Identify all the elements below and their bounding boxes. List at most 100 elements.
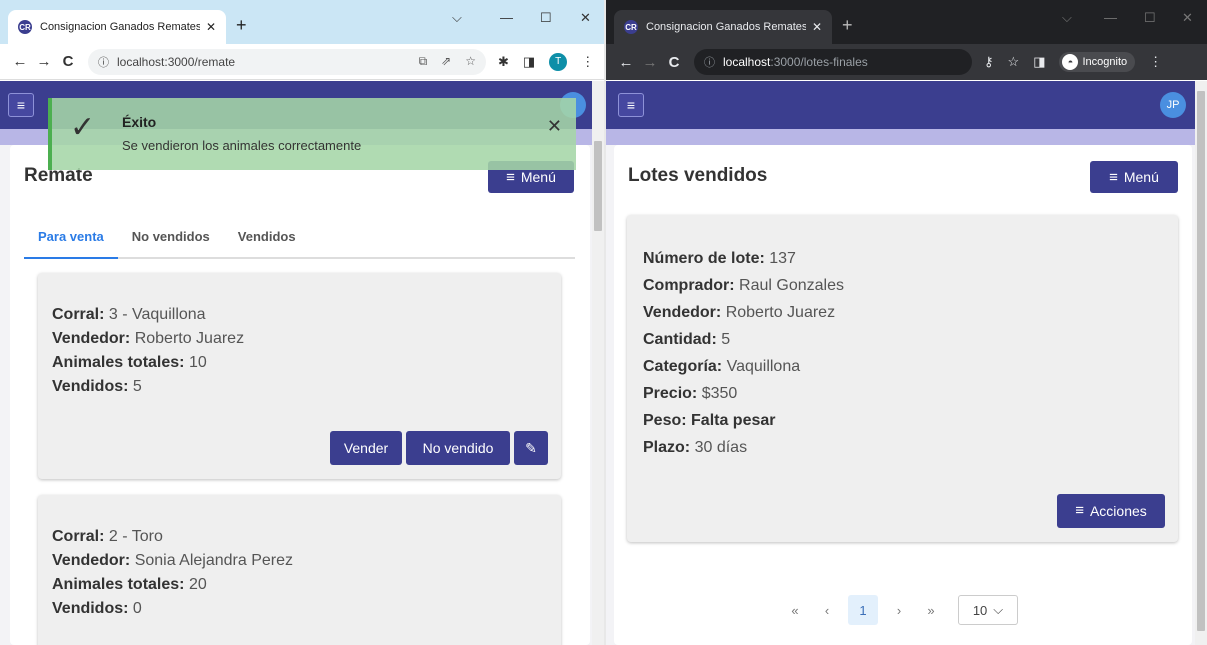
reload-icon[interactable]: C <box>56 53 80 70</box>
tab-close-icon[interactable]: ✕ <box>206 20 216 34</box>
tab-title: Consignacion Ganados Remates <box>646 21 806 33</box>
maximize-icon[interactable]: ☐ <box>1144 10 1156 26</box>
bookmark-star-icon[interactable]: ☆ <box>465 54 476 69</box>
lot-animales-totales: Animales totales: 10 <box>52 351 244 375</box>
incognito-badge[interactable]: ◓ Incognito <box>1059 52 1136 72</box>
minimize-icon[interactable]: — <box>500 10 513 25</box>
new-tab-icon[interactable]: + <box>842 16 853 34</box>
tab-search-chevron-icon[interactable]: ⌵ <box>1062 10 1072 26</box>
address-bar[interactable]: ⓘ localhost:3000/lotes-finales <box>694 49 972 75</box>
tab-vendidos[interactable]: Vendidos <box>224 221 310 259</box>
tab-search-chevron-icon[interactable]: ⌵ <box>452 10 462 26</box>
tab-strip: CR Consignacion Ganados Remates ✕ + ⌵ — … <box>606 0 1207 44</box>
not-sold-button[interactable]: No vendido <box>406 431 510 465</box>
back-icon[interactable]: ← <box>614 54 638 71</box>
lot-vendidos: Vendidos: 0 <box>52 597 293 621</box>
scrollbar-thumb[interactable] <box>1197 91 1205 631</box>
scrollbar-thumb[interactable] <box>594 141 602 231</box>
browser-tab[interactable]: CR Consignacion Ganados Remates ✕ <box>614 10 832 44</box>
field-label: Precio: <box>643 385 698 402</box>
field-value: 3 - Vaquillona <box>108 306 206 323</box>
more-menu-icon[interactable]: ⋮ <box>1149 54 1162 70</box>
list-item: Corral: 2 - Toro Vendedor: Sonia Alejand… <box>38 495 561 645</box>
field-value: Vaquillona <box>726 358 801 375</box>
side-panel-icon[interactable]: ◨ <box>1033 54 1045 70</box>
install-icon[interactable]: ⧉ <box>419 54 428 69</box>
forward-icon[interactable]: → <box>32 53 56 70</box>
extensions-puzzle-icon[interactable]: ✱ <box>498 54 509 70</box>
tab-title: Consignacion Ganados Remates <box>40 21 200 33</box>
lot-vendedor: Vendedor: Roberto Juarez <box>52 327 244 351</box>
hamburger-icon: ≡ <box>16 97 26 113</box>
toast-title: Éxito <box>122 114 157 130</box>
lot-numero: Número de lote: 137 <box>643 245 844 272</box>
hamburger-icon: ≡ <box>506 168 515 186</box>
field-label: Vendedor: <box>643 304 722 321</box>
sale-tabs: Para venta No vendidos Vendidos <box>24 221 575 259</box>
field-value: Roberto Juarez <box>134 330 245 347</box>
last-page-button[interactable]: » <box>920 603 942 618</box>
lot-peso: Peso: Falta pesar <box>643 407 844 434</box>
minimize-icon[interactable]: — <box>1104 10 1117 25</box>
lot-actions: Vender No vendido ✎ <box>330 431 548 465</box>
field-value: 30 días <box>694 439 748 456</box>
new-tab-icon[interactable]: + <box>236 16 247 34</box>
menu-button[interactable]: ≡ Menú <box>1090 161 1178 193</box>
window-close-icon[interactable]: ✕ <box>580 10 591 26</box>
current-page[interactable]: 1 <box>848 595 878 625</box>
menu-label: Menú <box>1123 169 1159 185</box>
maximize-icon[interactable]: ☐ <box>540 10 552 26</box>
sell-button[interactable]: Vender <box>330 431 402 465</box>
list-item: Corral: 3 - Vaquillona Vendedor: Roberto… <box>38 273 561 479</box>
field-label: Categoría: <box>643 358 723 375</box>
site-info-icon[interactable]: ⓘ <box>98 54 109 70</box>
side-panel-icon[interactable]: ◨ <box>523 54 535 70</box>
reload-icon[interactable]: C <box>662 54 686 71</box>
field-label: Vendedor: <box>52 330 131 347</box>
tab-no-vendidos[interactable]: No vendidos <box>118 221 224 259</box>
address-bar[interactable]: ⓘ localhost:3000/remate ⧉ ⇗ ☆ <box>88 48 486 75</box>
field-value: 5 <box>132 378 142 395</box>
menu-label: Menú <box>520 169 556 185</box>
next-page-button[interactable]: › <box>888 603 910 618</box>
page-size-select[interactable]: 10 ⌵ <box>958 595 1018 625</box>
url-path: :3000/remate <box>164 54 236 69</box>
forward-icon[interactable]: → <box>638 54 662 71</box>
page-title: Lotes vendidos <box>628 165 768 186</box>
share-icon[interactable]: ⇗ <box>441 54 451 69</box>
lot-vendidos: Vendidos: 5 <box>52 375 244 399</box>
field-value: 2 - Toro <box>108 528 163 545</box>
page-scrollbar[interactable] <box>592 81 604 645</box>
incognito-icon: ◓ <box>1062 54 1079 70</box>
sidebar-toggle-button[interactable]: ≡ <box>618 93 644 117</box>
more-menu-icon[interactable]: ⋮ <box>581 54 594 70</box>
pagination: « ‹ 1 › » 10 ⌵ <box>784 595 1018 625</box>
toast-close-icon[interactable]: ✕ <box>547 116 562 137</box>
window-close-icon[interactable]: ✕ <box>1182 10 1193 26</box>
prev-page-button[interactable]: ‹ <box>816 603 838 618</box>
profile-avatar[interactable]: T <box>549 52 568 71</box>
actions-button[interactable]: ≡ Acciones <box>1057 494 1165 528</box>
field-label: Vendidos: <box>52 378 129 395</box>
field-value: 20 <box>188 576 207 593</box>
back-icon[interactable]: ← <box>8 53 32 70</box>
tab-para-venta[interactable]: Para venta <box>24 221 118 259</box>
edit-button[interactable]: ✎ <box>514 431 548 465</box>
bookmark-star-icon[interactable]: ☆ <box>1008 54 1020 70</box>
hamburger-icon: ≡ <box>626 97 636 113</box>
field-label: Corral: <box>52 306 105 323</box>
tab-close-icon[interactable]: ✕ <box>812 20 822 34</box>
sidebar-toggle-button[interactable]: ≡ <box>8 93 34 117</box>
right-browser-window: CR Consignacion Ganados Remates ✕ + ⌵ — … <box>606 0 1207 645</box>
app-favicon-icon: CR <box>624 20 638 34</box>
chevron-down-icon: ⌵ <box>993 602 1004 617</box>
browser-tab[interactable]: CR Consignacion Ganados Remates ✕ <box>8 10 226 44</box>
user-avatar[interactable]: JP <box>1160 92 1186 118</box>
page-scrollbar[interactable] <box>1195 81 1207 645</box>
field-label: Comprador: <box>643 277 735 294</box>
site-info-icon[interactable]: ⓘ <box>704 54 715 70</box>
password-key-icon[interactable]: ⚷ <box>984 54 994 70</box>
field-label: Número de lote: <box>643 250 765 267</box>
lot-precio: Precio: $350 <box>643 380 844 407</box>
first-page-button[interactable]: « <box>784 603 806 618</box>
